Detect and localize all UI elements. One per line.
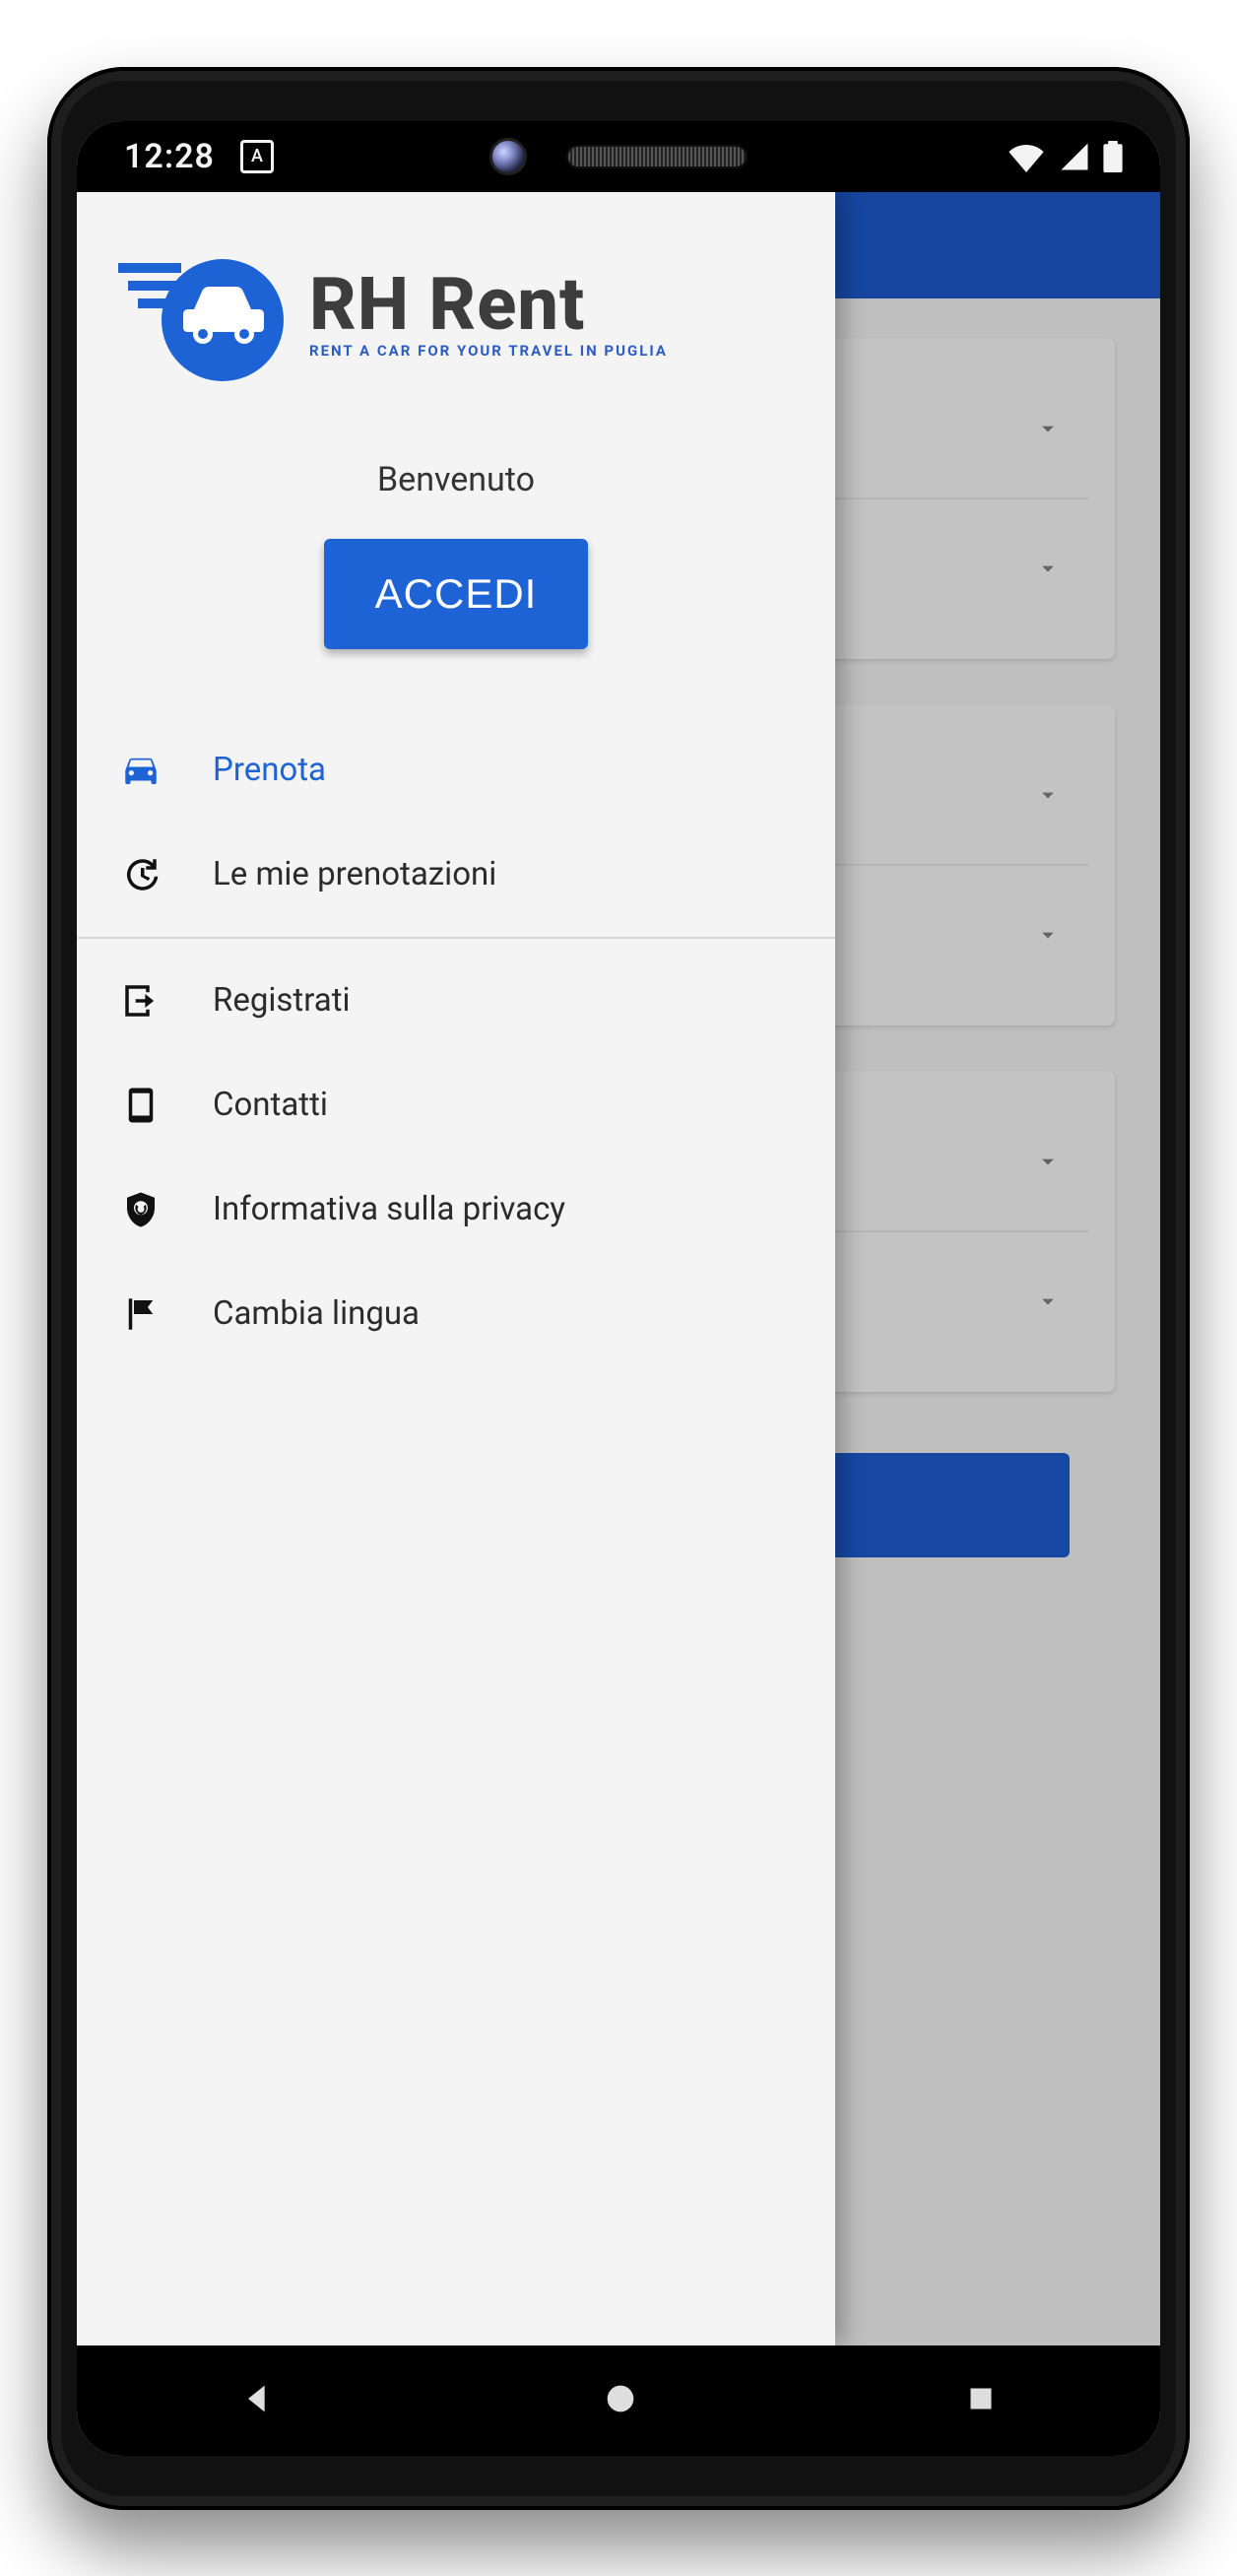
menu-item-register[interactable]: Registrati [77, 949, 835, 1053]
front-camera-icon [489, 138, 527, 175]
app-body: RH Rent RENT A CAR FOR YOUR TRAVEL IN PU… [77, 192, 1160, 2345]
signal-icon [1060, 142, 1089, 171]
menu-item-contacts[interactable]: Contatti [77, 1053, 835, 1157]
notch [422, 121, 815, 192]
nav-back-button[interactable] [238, 2379, 278, 2422]
screen: 12:28 A [77, 121, 1160, 2456]
login-button[interactable]: ACCEDI [324, 539, 589, 649]
android-nav-bar [77, 2345, 1160, 2456]
menu-item-language[interactable]: Cambia lingua [77, 1262, 835, 1366]
menu-item-label: Le mie prenotazioni [213, 855, 496, 893]
logo: RH Rent RENT A CAR FOR YOUR TRAVEL IN PU… [77, 192, 835, 405]
phone-frame: 12:28 A [47, 67, 1190, 2510]
car-icon [118, 750, 163, 791]
logo-icon [118, 237, 286, 385]
welcome-text: Benvenuto [77, 460, 835, 499]
logo-text-wrap: RH Rent RENT A CAR FOR YOUR TRAVEL IN PU… [309, 262, 668, 360]
drawer-menu: Prenota Le mie prenotazioni Registra [77, 718, 835, 1366]
flag-icon [118, 1293, 163, 1335]
menu-item-privacy[interactable]: Informativa sulla privacy [77, 1157, 835, 1262]
menu-item-label: Prenota [213, 751, 326, 789]
menu-item-label: Registrati [213, 981, 351, 1020]
nav-recent-button[interactable] [963, 2381, 999, 2420]
menu-item-label: Contatti [213, 1086, 328, 1124]
menu-item-label: Cambia lingua [213, 1294, 420, 1333]
signup-icon [118, 980, 163, 1022]
phone-icon [118, 1085, 163, 1126]
logo-title: RH Rent [309, 262, 668, 348]
status-indicator: A [240, 140, 274, 173]
wifi-icon [1007, 141, 1046, 172]
privacy-icon [118, 1189, 163, 1230]
menu-separator [77, 937, 835, 939]
history-icon [118, 854, 163, 895]
nav-home-button[interactable] [601, 2379, 640, 2422]
speaker-grille-icon [566, 145, 748, 168]
menu-item-label: Informativa sulla privacy [213, 1190, 565, 1228]
status-right [1007, 121, 1123, 192]
menu-item-bookings[interactable]: Le mie prenotazioni [77, 823, 835, 927]
status-time: 12:28 [124, 137, 215, 176]
logo-tagline: RENT A CAR FOR YOUR TRAVEL IN PUGLIA [309, 342, 668, 360]
battery-icon [1103, 141, 1123, 172]
status-bar: 12:28 A [77, 121, 1160, 192]
menu-item-prenota[interactable]: Prenota [77, 718, 835, 823]
navigation-drawer: RH Rent RENT A CAR FOR YOUR TRAVEL IN PU… [77, 192, 835, 2345]
